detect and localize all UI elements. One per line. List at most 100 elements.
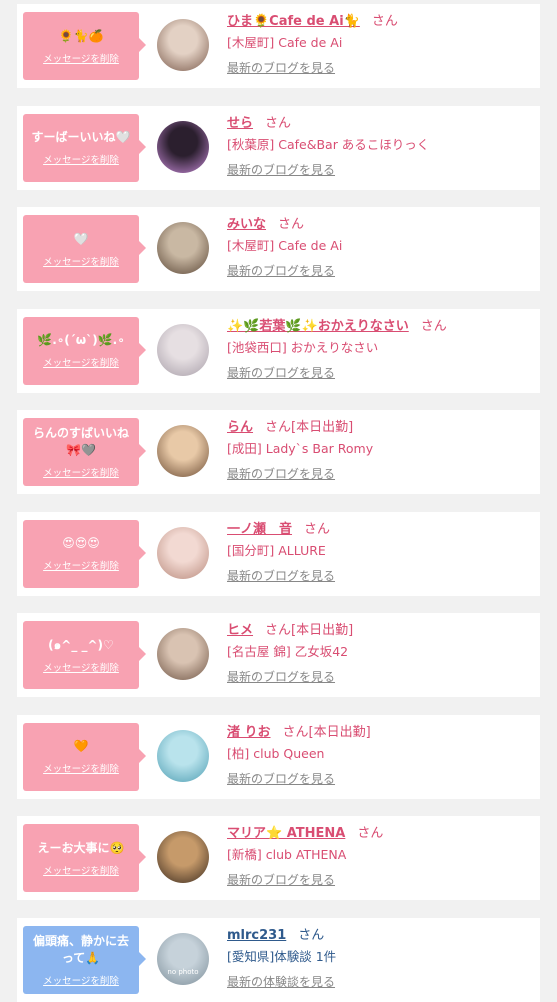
sender-name-link[interactable]: ✨🌿若葉🌿✨おかえりなさい xyxy=(227,319,409,334)
honorific: さん xyxy=(282,724,309,740)
delete-message-link[interactable]: メッセージを削除 xyxy=(43,761,119,775)
latest-post-link[interactable]: 最新のブログを見る xyxy=(227,465,335,482)
sender-info: mlrc231 さん [愛知県]体験談 1件 最新の体験談を見る xyxy=(227,926,534,990)
sender-line: mlrc231 さん xyxy=(227,926,534,946)
sender-info: 一ノ瀬 音さん [国分町] ALLURE 最新のブログを見る xyxy=(227,520,534,584)
sender-info: ヒメ さん[本日出勤] [名古屋 錦] 乙女坂42 最新のブログを見る xyxy=(227,621,534,685)
delete-message-link[interactable]: メッセージを削除 xyxy=(43,254,119,268)
sender-line: マリア⭐ ATHENA さん xyxy=(227,824,534,844)
sender-line: らん さん[本日出勤] xyxy=(227,418,534,438)
sender-line: ヒメ さん[本日出勤] xyxy=(227,621,534,641)
no-photo-text: no photo xyxy=(167,967,199,976)
delete-message-link[interactable]: メッセージを削除 xyxy=(43,355,119,369)
avatar[interactable] xyxy=(157,323,209,376)
honorific: さん xyxy=(420,318,447,334)
sender-name-link[interactable]: ヒメ xyxy=(227,623,253,638)
delete-message-link[interactable]: メッセージを削除 xyxy=(43,973,119,987)
avatar[interactable] xyxy=(157,120,209,173)
message-text: えーお大事に🥺 xyxy=(37,840,125,855)
message-bubble: 🌻🐈🍊 メッセージを削除 xyxy=(23,12,146,80)
delete-message-link[interactable]: メッセージを削除 xyxy=(43,660,119,674)
sender-name-link[interactable]: ひま🌻Cafe de Ai🐈 xyxy=(227,14,360,29)
shop-info: [成田] Lady`s Bar Romy xyxy=(227,441,374,456)
message-bubble: 😍😍😍 メッセージを削除 xyxy=(23,519,146,588)
message-text: 😍😍😍 xyxy=(62,536,100,550)
sender-line: みいな さん xyxy=(227,215,534,235)
latest-post-link[interactable]: 最新のブログを見る xyxy=(227,871,335,888)
message-list: 🌻🐈🍊 メッセージを削除 ひま🌻Cafe de Ai🐈 さん [木屋町] Cafe de… xyxy=(0,0,557,1002)
latest-post-link[interactable]: 最新のブログを見る xyxy=(227,262,335,279)
latest-post-link[interactable]: 最新のブログを見る xyxy=(227,668,335,685)
message-card: 🌿.∘(ˊωˋ)🌿.∘ メッセージを削除 ✨🌿若葉🌿✨おかえりなさい さん [池袋西口]… xyxy=(17,308,540,393)
sender-line: せら さん xyxy=(227,114,534,134)
message-bubble: 偏頭痛、静かに去って🙏 メッセージを削除 xyxy=(23,925,146,994)
sender-name-link[interactable]: せら xyxy=(227,116,253,131)
message-text: (๑^_ _^)♡ xyxy=(48,637,114,652)
message-text: 🧡 xyxy=(73,739,89,753)
sender-info: せら さん [秋葉原] Cafe&Bar あるこほりっく 最新のブログを見る xyxy=(227,114,534,178)
sender-name-link[interactable]: 渚 りお xyxy=(227,725,271,740)
sender-name-link[interactable]: 一ノ瀬 音 xyxy=(227,522,292,537)
sender-name-link[interactable]: マリア⭐ ATHENA xyxy=(227,826,345,841)
shop-info: [木屋町] Cafe de Ai xyxy=(227,35,343,50)
sender-line: ひま🌻Cafe de Ai🐈 さん xyxy=(227,12,534,32)
message-card: (๑^_ _^)♡ メッセージを削除 ヒメ さん[本日出勤] [名古屋 錦] 乙女坂42… xyxy=(17,613,540,697)
latest-post-link[interactable]: 最新のブログを見る xyxy=(227,770,335,787)
shop-info: [秋葉原] Cafe&Bar あるこほりっく xyxy=(227,136,430,152)
status-badge: [本日出勤] xyxy=(291,623,354,638)
message-bubble: 🧡 メッセージを削除 xyxy=(23,722,146,791)
avatar[interactable] xyxy=(157,19,209,71)
delete-message-link[interactable]: メッセージを削除 xyxy=(43,465,119,479)
message-text: 🌻🐈🍊 xyxy=(58,28,104,43)
message-bubble: らんのすばいいね🎀🩶 メッセージを削除 xyxy=(23,418,146,486)
sender-info: らん さん[本日出勤] [成田] Lady`s Bar Romy 最新のブログを見る xyxy=(227,418,534,482)
message-card: らんのすばいいね🎀🩶 メッセージを削除 らん さん[本日出勤] [成田] Lady`s … xyxy=(17,410,540,494)
shop-info: [名古屋 錦] 乙女坂42 xyxy=(227,644,349,659)
honorific: さん xyxy=(265,420,292,435)
latest-post-link[interactable]: 最新の体験談を見る xyxy=(227,973,335,990)
honorific: さん xyxy=(304,521,331,537)
sender-name-link[interactable]: mlrc231 xyxy=(227,928,286,943)
avatar[interactable] xyxy=(157,628,209,680)
message-text: すーばーいいね🤍 xyxy=(31,130,131,144)
avatar[interactable] xyxy=(157,222,209,274)
message-card: すーばーいいね🤍 メッセージを削除 せら さん [秋葉原] Cafe&Bar あるこほり… xyxy=(17,105,540,190)
latest-post-link[interactable]: 最新のブログを見る xyxy=(227,59,335,76)
message-card: 🧡 メッセージを削除 渚 りお さん[本日出勤] [柏] club Queen 最新のブロ… xyxy=(17,714,540,799)
message-card: 偏頭痛、静かに去って🙏 メッセージを削除 no photo mlrc231 さん [愛知県… xyxy=(17,917,540,1002)
delete-message-link[interactable]: メッセージを削除 xyxy=(43,51,119,65)
message-bubble: (๑^_ _^)♡ メッセージを削除 xyxy=(23,621,146,689)
sender-info: ひま🌻Cafe de Ai🐈 さん [木屋町] Cafe de Ai 最新のブログを見… xyxy=(227,12,534,76)
message-text: らんのすばいいね🎀🩶 xyxy=(32,426,129,457)
message-bubble: 🤍 メッセージを削除 xyxy=(23,215,146,283)
sender-name-link[interactable]: みいな xyxy=(227,217,266,232)
message-text: 偏頭痛、静かに去って🙏 xyxy=(32,933,129,965)
honorific: さん xyxy=(265,623,292,638)
latest-post-link[interactable]: 最新のブログを見る xyxy=(227,567,335,584)
delete-message-link[interactable]: メッセージを削除 xyxy=(43,863,119,877)
delete-message-link[interactable]: メッセージを削除 xyxy=(43,152,119,166)
honorific: さん xyxy=(278,217,305,232)
shop-info: [愛知県]体験談 1件 xyxy=(227,948,337,964)
latest-post-link[interactable]: 最新のブログを見る xyxy=(227,161,335,178)
sender-info: みいな さん [木屋町] Cafe de Ai 最新のブログを見る xyxy=(227,215,534,279)
delete-message-link[interactable]: メッセージを削除 xyxy=(43,558,119,572)
sender-name-link[interactable]: らん xyxy=(227,420,253,435)
avatar[interactable] xyxy=(157,526,209,579)
avatar[interactable]: no photo xyxy=(157,932,209,985)
avatar[interactable] xyxy=(157,425,209,477)
honorific: さん xyxy=(298,927,325,943)
sender-info: ✨🌿若葉🌿✨おかえりなさい さん [池袋西口] おかえりなさい 最新のブログを見る xyxy=(227,317,534,381)
latest-post-link[interactable]: 最新のブログを見る xyxy=(227,364,335,381)
message-card: えーお大事に🥺 メッセージを削除 マリア⭐ ATHENA さん [新橋] club AT… xyxy=(17,816,540,900)
shop-info: [新橋] club ATHENA xyxy=(227,847,347,862)
shop-info: [国分町] ALLURE xyxy=(227,542,326,558)
status-badge: [本日出勤] xyxy=(308,724,371,740)
avatar[interactable] xyxy=(157,729,209,782)
message-text: 🤍 xyxy=(73,231,89,246)
sender-info: 渚 りお さん[本日出勤] [柏] club Queen 最新のブログを見る xyxy=(227,723,534,787)
shop-info: [柏] club Queen xyxy=(227,745,325,761)
message-bubble: 🌿.∘(ˊωˋ)🌿.∘ メッセージを削除 xyxy=(23,316,146,385)
message-text: 🌿.∘(ˊωˋ)🌿.∘ xyxy=(37,333,125,347)
avatar[interactable] xyxy=(157,831,209,883)
